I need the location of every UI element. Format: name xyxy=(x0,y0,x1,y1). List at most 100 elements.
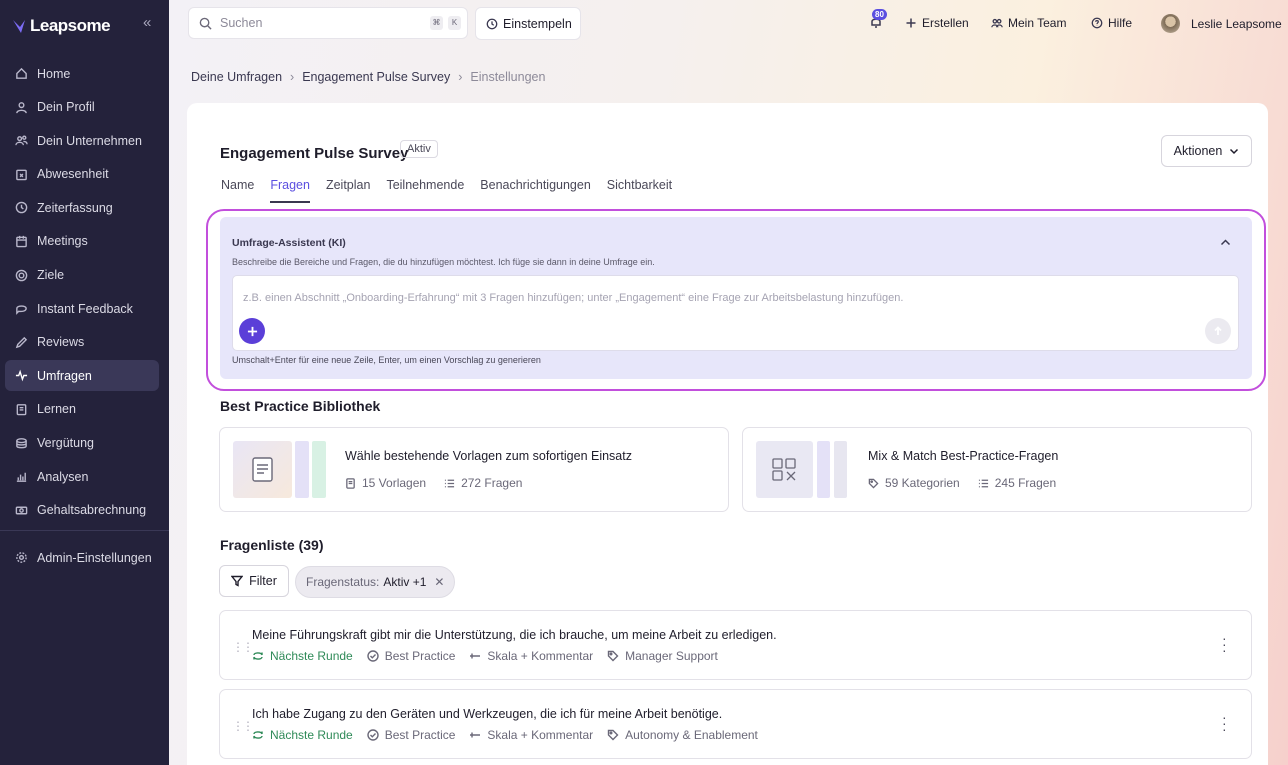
breadcrumb-current: Einstellungen xyxy=(470,70,546,84)
plus-icon xyxy=(906,18,916,28)
sidebar-item-home[interactable]: Home xyxy=(5,58,159,89)
actions-label: Aktionen xyxy=(1173,144,1223,158)
help-button[interactable]: Hilfe xyxy=(1091,16,1132,30)
tab-schedule[interactable]: Zeitplan xyxy=(326,178,370,203)
status-filter-chip[interactable]: Fragenstatus: Aktiv +1 ✕ xyxy=(295,566,456,598)
mix-match-thumbnail xyxy=(756,441,813,498)
sidebar-item-label: Analysen xyxy=(37,469,89,484)
questions-count-label: 272 Fragen xyxy=(461,476,523,490)
tab-notifications[interactable]: Benachrichtigungen xyxy=(480,178,591,203)
sidebar-item-surveys[interactable]: Umfragen xyxy=(5,360,159,392)
chevron-down-icon xyxy=(1230,148,1239,155)
ai-prompt-input[interactable]: z.B. einen Abschnitt „Onboarding-Erfahru… xyxy=(232,275,1239,351)
clock-in-button[interactable]: Einstempeln xyxy=(475,7,581,40)
arrow-up-icon xyxy=(1214,326,1222,335)
category-indicator: Manager Support xyxy=(607,649,718,663)
question-row[interactable]: ⋮⋮ Ich habe Zugang zu den Geräten und We… xyxy=(219,689,1252,759)
sidebar-item-meetings[interactable]: Meetings xyxy=(5,226,159,257)
tab-participants[interactable]: Teilnehmende xyxy=(386,178,464,203)
create-button[interactable]: Erstellen xyxy=(905,16,969,30)
book-icon xyxy=(16,404,27,416)
my-team-button[interactable]: Mein Team xyxy=(991,16,1066,30)
plus-icon xyxy=(247,326,257,336)
thumbnail-strip xyxy=(312,441,326,498)
format-indicator: Skala + Kommentar xyxy=(469,649,593,663)
question-meta: Nächste Runde Best Practice Skala + Komm… xyxy=(252,728,758,742)
close-icon[interactable]: ✕ xyxy=(434,575,444,589)
sidebar-item-time-tracking[interactable]: Zeiterfassung xyxy=(5,192,159,223)
breadcrumb: Deine Umfragen › Engagement Pulse Survey… xyxy=(191,70,545,84)
source-indicator: Best Practice xyxy=(367,728,455,742)
drag-handle-icon[interactable]: ⋮⋮ xyxy=(232,640,254,654)
survey-card: Engagement Pulse Survey Aktiv Aktionen N… xyxy=(187,103,1268,765)
sidebar-item-learning[interactable]: Lernen xyxy=(5,394,159,425)
breadcrumb-item[interactable]: Deine Umfragen xyxy=(191,70,282,84)
message-icon xyxy=(16,305,27,315)
sidebar-item-label: Instant Feedback xyxy=(37,301,133,316)
sidebar-item-label: Vergütung xyxy=(37,436,94,451)
notifications-badge: 80 xyxy=(872,9,887,20)
sidebar-item-label: Zeiterfassung xyxy=(37,200,113,215)
sidebar-item-compensation[interactable]: Vergütung xyxy=(5,428,159,459)
tab-name[interactable]: Name xyxy=(221,178,254,203)
more-options-icon[interactable]: · · · xyxy=(1222,631,1227,657)
round-indicator: Nächste Runde xyxy=(252,649,353,663)
search-input[interactable]: Suchen ⌘ K xyxy=(188,7,468,39)
sidebar-item-company[interactable]: Dein Unternehmen xyxy=(5,125,159,156)
puzzle-icon xyxy=(772,458,796,481)
category-label: Autonomy & Enablement xyxy=(625,728,758,742)
sidebar-item-goals[interactable]: Ziele xyxy=(5,260,159,291)
sidebar-item-absence[interactable]: Abwesenheit xyxy=(5,159,159,190)
sidebar-item-reviews[interactable]: Reviews xyxy=(5,327,159,358)
sidebar-divider xyxy=(0,530,169,531)
ai-prompt-placeholder: z.B. einen Abschnitt „Onboarding-Erfahru… xyxy=(243,292,904,304)
add-attachment-button[interactable] xyxy=(239,318,265,344)
round-label: Nächste Runde xyxy=(270,649,353,663)
breadcrumb-item[interactable]: Engagement Pulse Survey xyxy=(302,70,450,84)
logo[interactable]: Leapsome xyxy=(12,16,111,36)
ai-assistant-hint: Umschalt+Enter für eine neue Zeile, Ente… xyxy=(232,355,541,365)
questions-count: 272 Fragen xyxy=(444,476,522,490)
user-name[interactable]: Leslie Leapsome xyxy=(1191,17,1282,31)
tag-icon xyxy=(868,478,879,489)
target-icon xyxy=(15,269,28,281)
filter-button[interactable]: Filter xyxy=(219,565,289,597)
sidebar-item-admin-settings[interactable]: Admin-Einstellungen xyxy=(5,542,159,573)
tab-questions[interactable]: Fragen xyxy=(270,178,310,203)
library-heading: Best Practice Bibliothek xyxy=(220,398,381,414)
drag-handle-icon[interactable]: ⋮⋮ xyxy=(232,719,254,733)
sidebar-item-payroll[interactable]: Gehaltsabrechnung xyxy=(5,495,159,526)
tag-icon xyxy=(607,650,619,662)
sidebar-item-analytics[interactable]: Analysen xyxy=(5,461,159,492)
templates-count-label: 15 Vorlagen xyxy=(362,476,427,490)
document-icon xyxy=(252,457,273,482)
source-label: Best Practice xyxy=(384,649,456,663)
format-label: Skala + Kommentar xyxy=(487,728,594,742)
question-row[interactable]: ⋮⋮ Meine Führungskraft gibt mir die Unte… xyxy=(219,610,1252,680)
category-label: Manager Support xyxy=(625,649,718,663)
sidebar-item-instant-feedback[interactable]: Instant Feedback xyxy=(5,293,159,324)
more-options-icon[interactable]: · · · xyxy=(1222,710,1227,736)
library-card-title: Mix & Match Best-Practice-Fragen xyxy=(868,449,1059,463)
collapse-assistant-button[interactable] xyxy=(1220,235,1231,253)
scale-icon xyxy=(470,653,481,659)
clock-in-label: Einstempeln xyxy=(503,16,572,31)
check-circle-icon xyxy=(367,729,379,741)
leapsome-logo-icon xyxy=(13,20,25,33)
chart-icon xyxy=(16,472,27,482)
filter-label: Filter xyxy=(249,574,277,588)
library-card-mix-match[interactable]: Mix & Match Best-Practice-Fragen 59 Kate… xyxy=(742,427,1252,512)
collapse-sidebar-icon[interactable]: « xyxy=(143,14,151,31)
library-card-templates[interactable]: Wähle bestehende Vorlagen zum sofortigen… xyxy=(219,427,729,512)
thumbnail-strip xyxy=(295,441,309,498)
send-prompt-button[interactable] xyxy=(1205,318,1231,344)
tab-visibility[interactable]: Sichtbarkeit xyxy=(607,178,672,203)
round-label: Nächste Runde xyxy=(270,728,353,742)
scale-icon xyxy=(470,732,481,738)
repeat-icon xyxy=(253,652,263,660)
ai-assistant-description: Beschreibe die Bereiche und Fragen, die … xyxy=(232,257,655,267)
sidebar-item-profile[interactable]: Dein Profil xyxy=(5,92,159,123)
actions-button[interactable]: Aktionen xyxy=(1161,135,1252,167)
survey-tabs: Name Fragen Zeitplan Teilnehmende Benach… xyxy=(221,178,672,203)
avatar[interactable] xyxy=(1161,14,1180,33)
